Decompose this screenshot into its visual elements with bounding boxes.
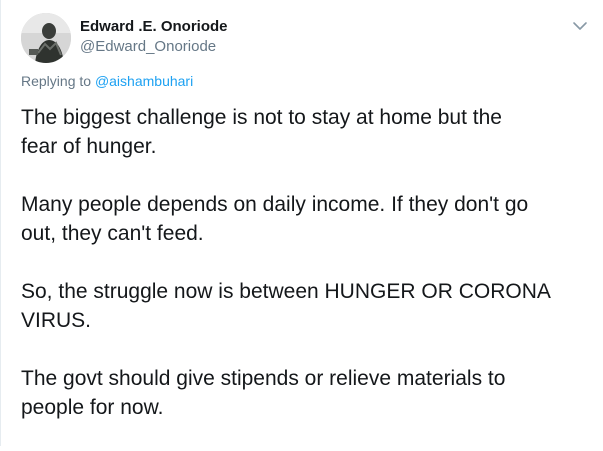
reply-mention-link[interactable]: @aishambuhari bbox=[95, 73, 193, 89]
tweet-paragraph: Many people depends on daily income. If … bbox=[21, 193, 529, 245]
user-name[interactable]: Edward .E. Onoriode bbox=[80, 18, 228, 35]
tweet-paragraph: The biggest challenge is not to stay at … bbox=[21, 106, 502, 158]
user-handle[interactable]: @Edward_Onoriode bbox=[80, 38, 216, 55]
replying-to: Replying to @aishambuhari bbox=[21, 73, 193, 89]
tweet-paragraph: The govt should give stipends or relieve… bbox=[21, 367, 506, 419]
chevron-down-icon[interactable] bbox=[570, 16, 590, 36]
tweet-paragraph: So, the struggle now is between HUNGER O… bbox=[21, 280, 551, 332]
replying-prefix: Replying to bbox=[21, 73, 95, 89]
profile-photo-icon bbox=[21, 13, 71, 63]
avatar[interactable] bbox=[21, 13, 71, 63]
tweet-text: The biggest challenge is not to stay at … bbox=[21, 103, 591, 451]
tweet-card: Edward .E. Onoriode @Edward_Onoriode Rep… bbox=[0, 0, 603, 446]
